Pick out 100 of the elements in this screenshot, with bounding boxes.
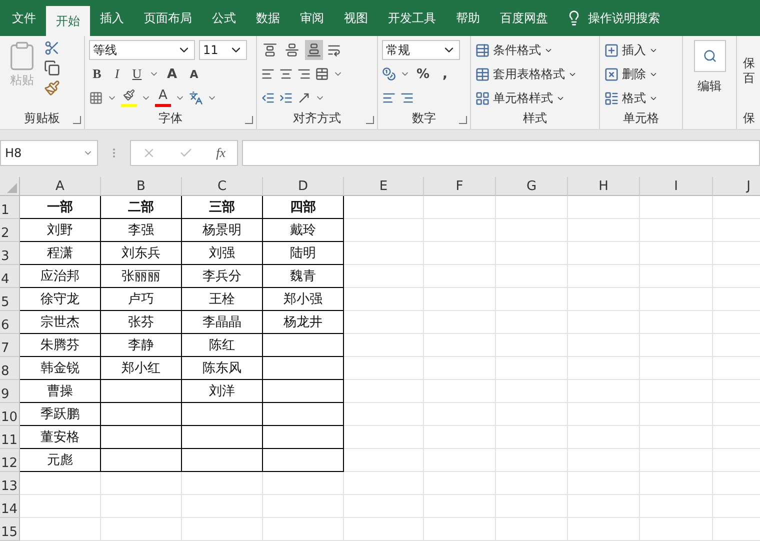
borders-icon[interactable] <box>89 91 103 105</box>
row-header[interactable]: 9 <box>0 380 20 403</box>
indent-increase-icon[interactable] <box>279 91 293 105</box>
table-cell[interactable]: 李静 <box>101 334 182 357</box>
table-cell[interactable]: 四部 <box>263 196 344 219</box>
table-cell[interactable]: 董安格 <box>20 426 101 449</box>
row-header[interactable]: 10 <box>0 403 20 426</box>
wrap-text-icon[interactable] <box>327 43 341 57</box>
ribbon-tab[interactable]: 页面布局 <box>134 0 202 36</box>
row-header[interactable]: 12 <box>0 449 20 472</box>
row-header[interactable]: 5 <box>0 288 20 311</box>
merge-cells-icon[interactable] <box>315 67 329 81</box>
table-cell[interactable]: 王栓 <box>182 288 263 311</box>
table-cell[interactable] <box>263 380 344 403</box>
table-cell[interactable]: 李兵分 <box>182 265 263 288</box>
table-cell[interactable]: 刘强 <box>182 242 263 265</box>
table-cell[interactable]: 刘洋 <box>182 380 263 403</box>
table-cell[interactable]: 刘东兵 <box>101 242 182 265</box>
table-cell[interactable] <box>101 449 182 472</box>
table-cell[interactable]: 一部 <box>20 196 101 219</box>
row-header[interactable]: 8 <box>0 357 20 380</box>
ribbon-tab[interactable]: 审阅 <box>290 0 334 36</box>
table-cell[interactable]: 杨龙井 <box>263 311 344 334</box>
column-header[interactable]: B <box>101 177 182 196</box>
table-cell[interactable]: 卢巧 <box>101 288 182 311</box>
table-cell[interactable]: 陈东风 <box>182 357 263 380</box>
vertical-align-button[interactable] <box>305 40 323 60</box>
font-color-button[interactable]: A <box>155 89 171 107</box>
align-center-icon[interactable] <box>279 67 293 81</box>
row-header[interactable]: 4 <box>0 265 20 288</box>
insert-function-button[interactable]: fx <box>216 144 226 161</box>
row-header[interactable]: 13 <box>0 472 20 495</box>
table-cell[interactable]: 陆明 <box>263 242 344 265</box>
ribbon-tab[interactable]: 帮助 <box>446 0 490 36</box>
row-header[interactable]: 11 <box>0 426 20 449</box>
table-cell[interactable]: 张丽丽 <box>101 265 182 288</box>
table-cell[interactable] <box>182 449 263 472</box>
column-header[interactable]: C <box>182 177 263 196</box>
font-style-button[interactable]: I <box>109 64 125 84</box>
formula-input[interactable] <box>242 140 760 166</box>
column-header[interactable]: I <box>640 177 713 196</box>
cells-menu-button[interactable]: 格式 <box>604 88 658 108</box>
table-cell[interactable]: 应治邦 <box>20 265 101 288</box>
row-header[interactable]: 15 <box>0 518 20 541</box>
table-cell[interactable] <box>263 403 344 426</box>
ribbon-tab[interactable]: 开发工具 <box>378 0 446 36</box>
font-style-button[interactable]: U <box>129 64 145 84</box>
select-all-button[interactable] <box>0 177 20 196</box>
copy-icon[interactable] <box>44 60 60 76</box>
row-header[interactable]: 3 <box>0 242 20 265</box>
comma-button[interactable]: , <box>436 64 454 84</box>
table-cell[interactable]: 张芬 <box>101 311 182 334</box>
table-cell[interactable]: 季跃鹏 <box>20 403 101 426</box>
table-cell[interactable]: 郑小强 <box>263 288 344 311</box>
column-header[interactable]: H <box>568 177 640 196</box>
row-header[interactable]: 2 <box>0 219 20 242</box>
column-header[interactable]: G <box>496 177 568 196</box>
table-cell[interactable]: 程潇 <box>20 242 101 265</box>
row-header[interactable]: 1 <box>0 196 20 219</box>
column-header[interactable]: E <box>344 177 424 196</box>
column-header[interactable]: D <box>263 177 344 196</box>
styles-menu-button[interactable]: 单元格样式 <box>475 88 577 108</box>
table-cell[interactable] <box>263 357 344 380</box>
tell-me-search[interactable]: 操作说明搜索 <box>588 10 660 26</box>
styles-menu-button[interactable]: 条件格式 <box>475 40 577 60</box>
font-size-field[interactable]: 11 <box>199 40 247 60</box>
table-cell[interactable] <box>182 426 263 449</box>
table-cell[interactable] <box>101 426 182 449</box>
column-header[interactable]: J <box>713 177 760 196</box>
column-header[interactable]: F <box>424 177 496 196</box>
table-cell[interactable] <box>101 403 182 426</box>
align-left-icon[interactable] <box>261 67 275 81</box>
row-header[interactable]: 14 <box>0 495 20 518</box>
scissors-icon[interactable] <box>44 40 60 56</box>
table-cell[interactable]: 宗世杰 <box>20 311 101 334</box>
percent-button[interactable]: % <box>414 64 432 84</box>
table-cell[interactable]: 二部 <box>101 196 182 219</box>
ribbon-button-label[interactable]: 保 <box>743 56 760 71</box>
table-cell[interactable] <box>263 426 344 449</box>
font-name-field[interactable]: 等线 <box>89 40 195 60</box>
number-format-field[interactable]: 常规 <box>382 40 460 60</box>
table-cell[interactable]: 戴玲 <box>263 219 344 242</box>
table-cell[interactable]: 李强 <box>101 219 182 242</box>
table-cell[interactable]: 陈红 <box>182 334 263 357</box>
ribbon-tab[interactable]: 百度网盘 <box>490 0 558 36</box>
ribbon-tab[interactable]: 公式 <box>202 0 246 36</box>
cells-menu-button[interactable]: 删除 <box>604 64 658 84</box>
cells-menu-button[interactable]: 插入 <box>604 40 658 60</box>
align-right-icon[interactable] <box>297 67 311 81</box>
table-cell[interactable]: 朱腾芬 <box>20 334 101 357</box>
search-button[interactable] <box>694 40 726 72</box>
ribbon-tab[interactable]: 开始 <box>46 6 90 36</box>
table-cell[interactable] <box>182 403 263 426</box>
font-style-button[interactable]: B <box>89 64 105 84</box>
styles-menu-button[interactable]: 套用表格格式 <box>475 64 577 84</box>
table-cell[interactable]: 曹操 <box>20 380 101 403</box>
ribbon-tab[interactable]: 文件 <box>2 0 46 36</box>
table-cell[interactable]: 徐守龙 <box>20 288 101 311</box>
grow-font-button[interactable]: A <box>163 64 181 84</box>
table-cell[interactable]: 郑小红 <box>101 357 182 380</box>
